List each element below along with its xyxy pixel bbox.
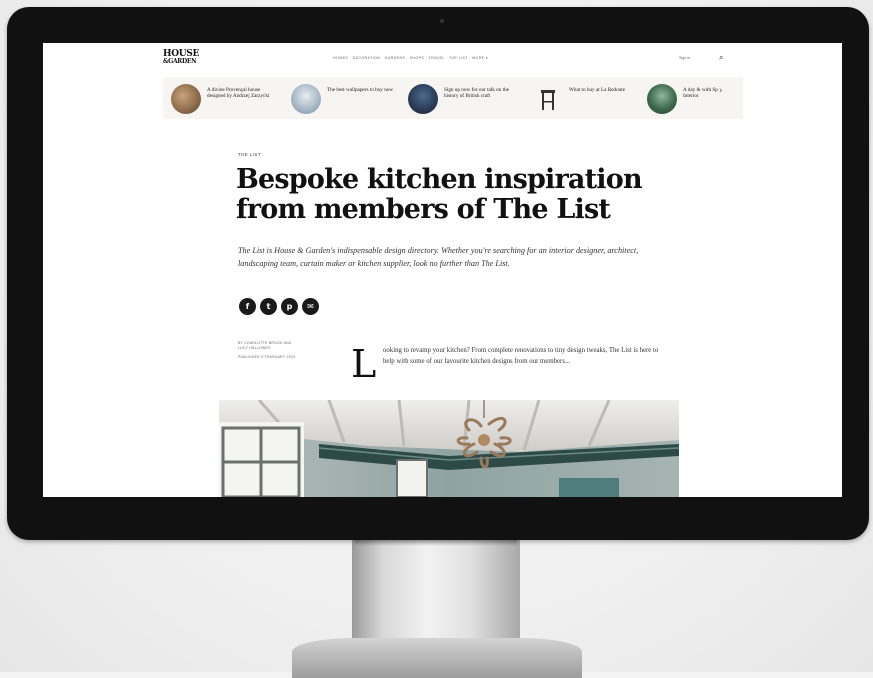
promo-thumbnail [171,84,201,114]
monitor-bezel: HOUSE &GARDEN HOMES · DECORATION · GARDE… [7,7,869,540]
article-intro: ooking to revamp your kitchen? From comp… [383,347,659,365]
site-logo[interactable]: HOUSE &GARDEN [163,50,199,66]
article-title: Bespoke kitchen inspiration from members… [236,164,643,225]
byline-authors-2[interactable]: LUCY HALLOWES [238,346,324,351]
site-header: HOUSE &GARDEN HOMES · DECORATION · GARDE… [43,43,842,75]
webcam-dot [440,19,444,23]
browser-viewport: HOUSE &GARDEN HOMES · DECORATION · GARDE… [43,43,842,497]
chevron-right-icon[interactable]: › [719,86,723,96]
promo-thumbnail [647,84,677,114]
logo-line-1: HOUSE [163,49,200,59]
email-icon[interactable]: ✉ [302,298,319,315]
promo-strip: A divine Provençal house designed by And… [163,77,743,119]
promo-item[interactable]: The best wallpapers to buy now [291,82,401,116]
byline-date: PUBLISHED 9 FEBRUARY 2023 [238,355,296,360]
side-table-icon [541,90,555,110]
article-byline: BY CHARLOTTE BROOK AND LUCY HALLOWES PUB… [238,341,324,360]
promo-item[interactable]: What to buy at La Redoute [533,82,643,116]
promo-thumbnail [408,84,438,114]
promo-thumbnail [533,84,563,114]
monitor-stand [352,536,520,642]
share-buttons: f t p ✉ [239,298,319,315]
facebook-icon[interactable]: f [239,298,256,315]
promo-text: The best wallpapers to buy now [327,87,394,93]
promo-text: Sign up now for our talk on the history … [444,87,509,99]
sign-in-link[interactable]: Sign in · [679,56,692,60]
article-kicker[interactable]: THE LIST [238,152,261,157]
monitor-base [292,638,582,678]
promo-item[interactable]: A day & with Sp Interior [647,82,743,116]
promo-text: A day & with Sp Interior [683,87,718,99]
logo-line-2: &GARDEN [163,58,197,65]
hero-image [219,400,679,497]
twitter-icon[interactable]: t [260,298,277,315]
main-menu[interactable]: HOMES · DECORATION · GARDENS · SHOPS · T… [333,56,488,60]
promo-text: What to buy at La Redoute [569,87,626,93]
promo-thumbnail [291,84,321,114]
promo-text: A divine Provençal house designed by And… [207,87,270,99]
search-icon[interactable]: ⌕ [719,53,723,63]
kitchen-photo [219,400,679,497]
promo-item[interactable]: Sign up now for our talk on the history … [408,82,518,116]
article-dek: The List is House & Garden's indispensab… [238,246,639,268]
promo-item[interactable]: A divine Provençal house designed by And… [171,82,281,116]
drop-cap: L [351,342,377,386]
pinterest-icon[interactable]: p [281,298,298,315]
